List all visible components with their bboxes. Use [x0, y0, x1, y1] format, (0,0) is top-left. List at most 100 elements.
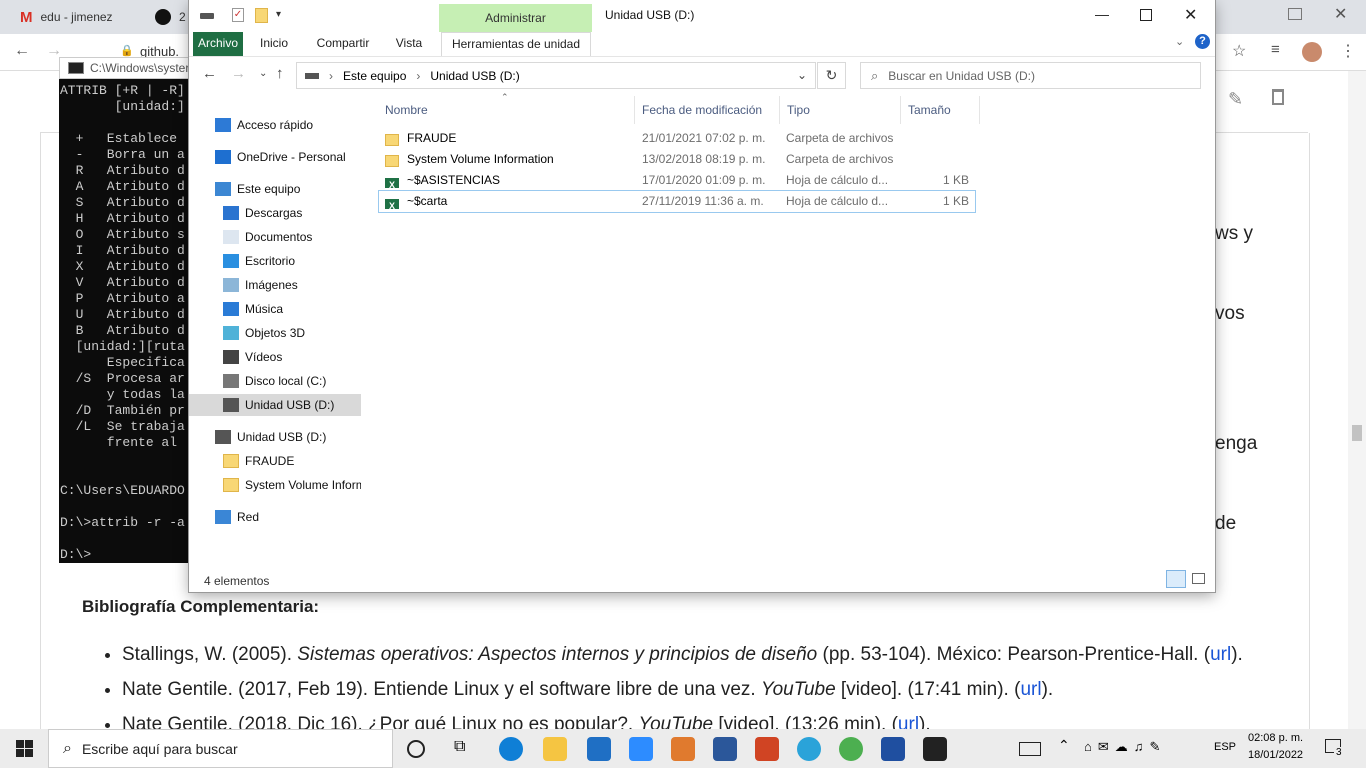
column-tipo[interactable]: Tipo: [781, 96, 901, 124]
column-nombre[interactable]: Nombre: [379, 96, 635, 124]
menu-icon[interactable]: ⋮: [1340, 41, 1356, 61]
nav-item-disco-local-c[interactable]: Disco local (C:): [189, 370, 361, 392]
file-row[interactable]: X ~$carta 27/11/2019 11:36 a. m. Hoja de cá…: [378, 190, 976, 213]
close-button[interactable]: ✕: [1184, 5, 1197, 25]
file-row[interactable]: System Volume Information 13/02/2018 08:1…: [379, 149, 975, 170]
app-icon[interactable]: [671, 737, 695, 761]
forward-button[interactable]: →: [231, 65, 246, 82]
properties-icon[interactable]: ✓: [232, 8, 244, 22]
profile-avatar[interactable]: [1302, 42, 1322, 62]
keyboard-icon[interactable]: [1019, 742, 1041, 756]
delete-icon[interactable]: [1272, 89, 1284, 105]
clock-date[interactable]: 18/01/2022: [1248, 749, 1303, 761]
search-input[interactable]: ⌕ Buscar en Unidad USB (D:): [860, 62, 1201, 89]
file-row[interactable]: X ~$ASISTENCIAS 17/01/2020 01:09 p. m. Hoja…: [379, 170, 975, 191]
tab-vista[interactable]: Vista: [387, 32, 431, 56]
tab-inicio[interactable]: Inicio: [249, 32, 299, 56]
task-view-icon[interactable]: ⧉: [454, 738, 465, 756]
nav-item-fraude[interactable]: FRAUDE: [189, 450, 361, 472]
chevron-right-icon[interactable]: ›: [416, 69, 420, 83]
recent-locations-icon[interactable]: ⌄: [259, 68, 267, 79]
text-fragment: ws y: [1215, 223, 1253, 244]
biblio-item: Nate Gentile. (2017, Feb 19). Entiende L…: [122, 672, 1243, 707]
reading-list-icon[interactable]: ≡: [1271, 41, 1280, 58]
nav-item-unidad-usb-d[interactable]: Unidad USB (D:): [189, 426, 361, 448]
biblio-link[interactable]: url: [1210, 644, 1231, 665]
bookmark-star-icon[interactable]: ☆: [1232, 41, 1246, 61]
start-button[interactable]: [16, 740, 33, 757]
nav-item-unidad-usb-d[interactable]: Unidad USB (D:): [189, 394, 361, 416]
ribbon-expand-icon[interactable]: ⌄: [1175, 35, 1184, 48]
breadcrumb-este-equipo[interactable]: Este equipo: [343, 69, 406, 83]
nav-item-este-equipo[interactable]: Este equipo: [189, 178, 361, 200]
up-button[interactable]: ↑: [276, 65, 284, 82]
nav-item-acceso-r-pido[interactable]: Acceso rápido: [189, 114, 361, 136]
powerpoint-icon[interactable]: [755, 737, 779, 761]
back-icon[interactable]: ←: [14, 42, 30, 60]
telegram-icon[interactable]: [797, 737, 821, 761]
column-fecha[interactable]: Fecha de modificación: [636, 96, 780, 124]
new-folder-icon[interactable]: [255, 8, 268, 23]
nav-item-system-volume-inform[interactable]: System Volume Inform: [189, 474, 361, 496]
address-bar[interactable]: › Este equipo › Unidad USB (D:) ⌄: [296, 62, 816, 89]
refresh-button[interactable]: ↻: [817, 62, 846, 89]
window-close-button[interactable]: ✕: [1334, 4, 1347, 24]
zoom-icon[interactable]: [629, 737, 653, 761]
large-icons-view-button[interactable]: [1192, 573, 1205, 584]
window-restore-button[interactable]: [1288, 8, 1302, 20]
nav-item-red[interactable]: Red: [189, 506, 361, 528]
nav-item-label: Documentos: [245, 230, 313, 244]
cmd-titlebar[interactable]: C:\Windows\syster: [59, 57, 199, 79]
word-icon[interactable]: [713, 737, 737, 761]
cmd-taskbar-icon[interactable]: [923, 737, 947, 761]
cmd-line: Especifica: [60, 355, 185, 370]
chrome-icon[interactable]: [839, 737, 863, 761]
nav-item-documentos[interactable]: Documentos: [189, 226, 361, 248]
page-scrollbar[interactable]: [1348, 71, 1366, 729]
maximize-button[interactable]: [1140, 9, 1152, 21]
back-button[interactable]: ←: [202, 65, 217, 82]
edit-icon[interactable]: ✎: [1228, 89, 1243, 110]
chevron-right-icon[interactable]: ›: [329, 69, 333, 83]
scroll-thumb[interactable]: [1352, 425, 1362, 441]
tab-label: Inicio: [259, 36, 288, 50]
nav-item-onedrive-personal[interactable]: OneDrive - Personal: [189, 146, 361, 168]
explorer-titlebar[interactable]: ✓ ▾ Administrar Unidad USB (D:) — ✕: [189, 0, 1215, 32]
powershell-icon[interactable]: [881, 737, 905, 761]
browser-tab-gmail[interactable]: M edu - jimenez: [20, 0, 140, 34]
nav-item-im-genes[interactable]: Imágenes: [189, 274, 361, 296]
file-list: ⌃ Nombre Fecha de modificación Tipo Tama…: [365, 92, 1215, 566]
column-tamano[interactable]: Tamaño: [902, 96, 980, 124]
file-type: Carpeta de archivos: [786, 131, 894, 145]
nav-item-objetos-3d[interactable]: Objetos 3D: [189, 322, 361, 344]
mail-icon[interactable]: [587, 737, 611, 761]
language-indicator[interactable]: ESP: [1214, 741, 1236, 753]
nav-item-escritorio[interactable]: Escritorio: [189, 250, 361, 272]
quick-access-dropdown-icon[interactable]: ▾: [276, 9, 281, 20]
cortana-icon[interactable]: [407, 740, 425, 758]
tab-compartir[interactable]: Compartir: [307, 32, 379, 56]
clock-time[interactable]: 02:08 p. m.: [1248, 732, 1303, 744]
minimize-button[interactable]: —: [1095, 6, 1109, 22]
taskbar-search-box[interactable]: ⌕ Escribe aquí para buscar: [48, 729, 393, 768]
nav-item-label: Descargas: [245, 206, 303, 220]
biblio-link[interactable]: url: [1020, 679, 1041, 700]
tray-icons[interactable]: ⌂✉☁♫✎: [1084, 739, 1166, 755]
tab-herramientas-de-unidad[interactable]: Herramientas de unidad: [441, 32, 591, 56]
file-row[interactable]: FRAUDE 21/01/2021 07:02 p. m. Carpeta de a…: [379, 128, 975, 149]
nav-item-v-deos[interactable]: Vídeos: [189, 346, 361, 368]
breadcrumb-unidad-usb[interactable]: Unidad USB (D:): [430, 69, 519, 83]
excel-icon: X: [385, 195, 399, 209]
item-count: 4 elementos: [204, 574, 270, 588]
nav-item-descargas[interactable]: Descargas: [189, 202, 361, 224]
search-icon: ⌕: [63, 739, 72, 757]
help-icon[interactable]: ?: [1195, 34, 1210, 49]
tab-archivo[interactable]: Archivo: [193, 32, 243, 56]
tray-chevron-icon[interactable]: ⌃: [1058, 737, 1070, 754]
cmd-window[interactable]: C:\Windows\syster ATTRIB [+R | -R] [unid…: [59, 57, 199, 563]
edge-icon[interactable]: [499, 737, 523, 761]
nav-item-m-sica[interactable]: Música: [189, 298, 361, 320]
address-dropdown-icon[interactable]: ⌄: [797, 68, 807, 82]
file-explorer-icon[interactable]: [543, 737, 567, 761]
details-view-button[interactable]: [1166, 570, 1186, 588]
